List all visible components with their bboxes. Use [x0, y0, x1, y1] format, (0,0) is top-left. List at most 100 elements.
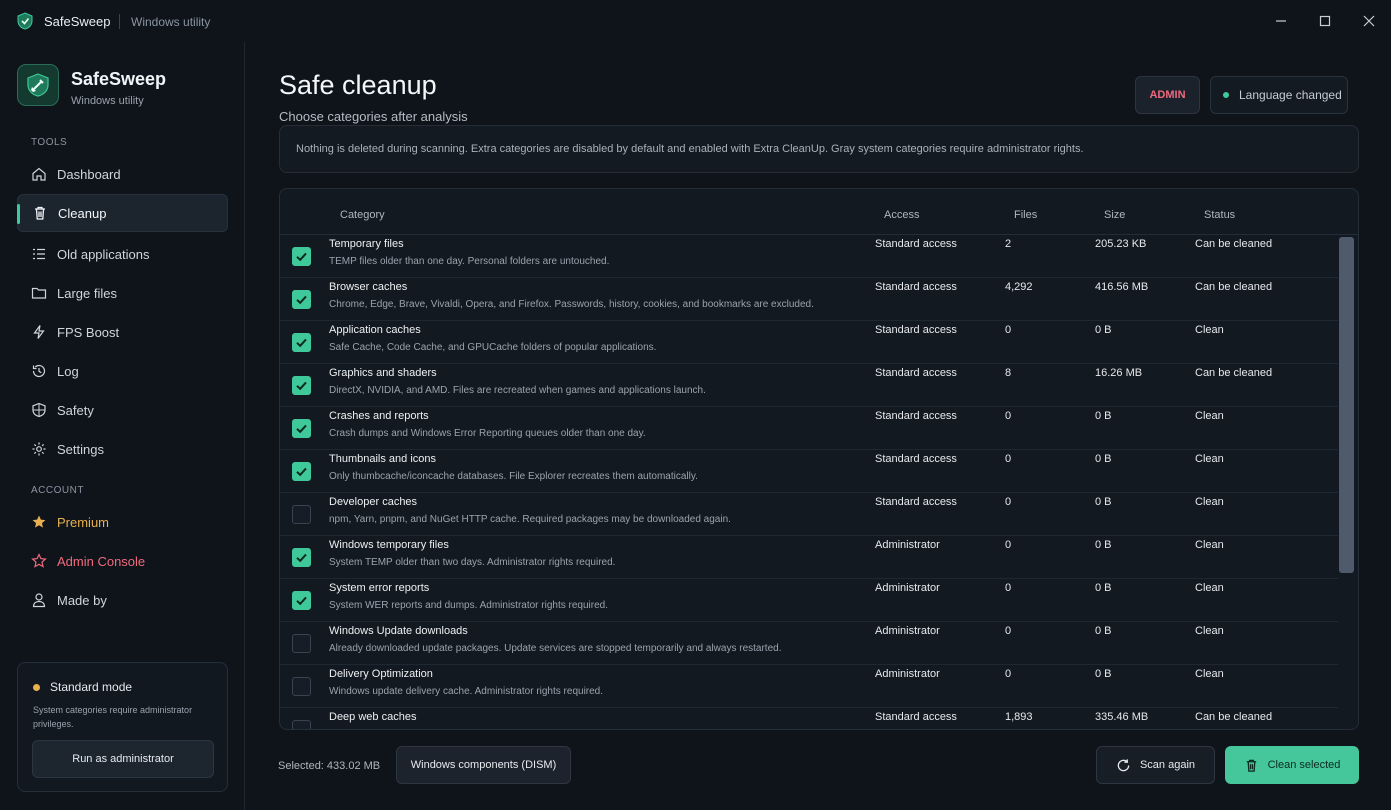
- category-description: Safe Cache, Code Cache, and GPUCache fol…: [329, 342, 657, 353]
- sidebar-item-safety[interactable]: Safety: [17, 391, 228, 429]
- status-cell: Clean: [1195, 410, 1224, 422]
- status-dot: [1223, 92, 1229, 98]
- size-cell: 205.23 KB: [1095, 238, 1147, 250]
- files-cell: 0: [1005, 453, 1012, 465]
- files-cell: 8: [1005, 367, 1012, 379]
- size-cell: 16.26 MB: [1095, 367, 1143, 379]
- access-cell: Administrator: [875, 668, 940, 680]
- category-name: Browser caches: [329, 281, 408, 293]
- table-row[interactable]: Graphics and shaders DirectX, NVIDIA, and…: [280, 364, 1338, 407]
- sidebar-item-fps-boost[interactable]: FPS Boost: [17, 313, 228, 351]
- status-cell: Clean: [1195, 496, 1224, 508]
- title-bar: SafeSweep Windows utility: [0, 0, 1391, 42]
- row-checkbox[interactable]: [292, 462, 311, 481]
- checkmark-icon: [296, 467, 307, 477]
- files-cell: 0: [1005, 582, 1012, 594]
- row-checkbox[interactable]: [292, 376, 311, 395]
- row-checkbox[interactable]: [292, 333, 311, 352]
- sidebar-item-admin-console[interactable]: Admin Console: [17, 542, 228, 580]
- status-cell: Can be cleaned: [1195, 711, 1273, 723]
- category-name: Delivery Optimization: [329, 668, 433, 680]
- table-row[interactable]: Thumbnails and icons Only thumbcache/icon…: [280, 450, 1338, 493]
- dism-button[interactable]: Windows components (DISM): [396, 746, 571, 784]
- column-header-size: Size: [1104, 209, 1126, 221]
- category-name: Temporary files: [329, 238, 404, 250]
- row-checkbox[interactable]: [292, 290, 311, 309]
- gear-icon: [32, 442, 46, 456]
- sidebar-item-log[interactable]: Log: [17, 352, 228, 390]
- sidebar-item-old-applications[interactable]: Old applications: [17, 235, 228, 273]
- sidebar-item-premium[interactable]: Premium: [17, 503, 228, 541]
- size-cell: 416.56 MB: [1095, 281, 1149, 293]
- files-cell: 4,292: [1005, 281, 1033, 293]
- status-cell: Can be cleaned: [1195, 281, 1273, 293]
- size-cell: 0 B: [1095, 324, 1112, 336]
- status-cell: Can be cleaned: [1195, 367, 1273, 379]
- status-cell: Clean: [1195, 668, 1224, 680]
- sidebar-item-label: Cleanup: [58, 205, 107, 221]
- minimize-icon: [1276, 20, 1286, 22]
- row-checkbox[interactable]: [292, 591, 311, 610]
- table-row[interactable]: System error reports System WER reports a…: [280, 579, 1338, 622]
- brand-subtitle: Windows utility: [71, 95, 144, 107]
- table-row[interactable]: Browser caches Chrome, Edge, Brave, Vival…: [280, 278, 1338, 321]
- sidebar-item-settings[interactable]: Settings: [17, 430, 228, 468]
- size-cell: 0 B: [1095, 539, 1112, 551]
- history-icon: [32, 364, 46, 378]
- minimize-button[interactable]: [1270, 10, 1292, 32]
- row-checkbox[interactable]: [292, 419, 311, 438]
- row-checkbox[interactable]: [292, 720, 311, 729]
- table-row[interactable]: Temporary files TEMP files older than one…: [280, 235, 1338, 278]
- category-description: Windows update delivery cache. Administr…: [329, 686, 604, 697]
- sidebar-item-made-by[interactable]: Made by: [17, 581, 228, 619]
- mode-status-dot: [33, 684, 40, 691]
- table-row[interactable]: Application caches Safe Cache, Code Cache…: [280, 321, 1338, 364]
- close-button[interactable]: [1358, 10, 1380, 32]
- category-name: Crashes and reports: [329, 410, 429, 422]
- access-cell: Standard access: [875, 453, 957, 465]
- table-row[interactable]: Deep web caches Standard access 1,893 335.4…: [280, 708, 1338, 729]
- list-icon: [33, 248, 45, 260]
- page-subtitle: Choose categories after analysis: [279, 109, 468, 124]
- scan-again-button[interactable]: Scan again: [1096, 746, 1215, 784]
- shield-broom-icon: [27, 73, 49, 97]
- status-pill: Language changed: [1210, 76, 1348, 114]
- maximize-icon: [1319, 15, 1331, 27]
- access-cell: Standard access: [875, 238, 957, 250]
- row-checkbox[interactable]: [292, 677, 311, 696]
- sidebar-item-dashboard[interactable]: Dashboard: [17, 155, 228, 193]
- row-checkbox[interactable]: [292, 634, 311, 653]
- admin-badge[interactable]: ADMIN: [1135, 76, 1200, 114]
- category-name: Thumbnails and icons: [329, 453, 437, 465]
- table-row[interactable]: Developer caches npm, Yarn, pnpm, and NuG…: [280, 493, 1338, 536]
- row-checkbox[interactable]: [292, 548, 311, 567]
- sidebar-item-large-files[interactable]: Large files: [17, 274, 228, 312]
- category-description: TEMP files older than one day. Personal …: [329, 256, 610, 267]
- table-row[interactable]: Delivery Optimization Windows update deli…: [280, 665, 1338, 708]
- home-icon: [32, 167, 46, 181]
- category-name: Graphics and shaders: [329, 367, 437, 379]
- access-cell: Standard access: [875, 410, 957, 422]
- files-cell: 0: [1005, 496, 1012, 508]
- sidebar-item-label: Log: [57, 363, 79, 379]
- sidebar-item-cleanup[interactable]: Cleanup: [17, 194, 228, 232]
- table-row[interactable]: Windows Update downloads Already download…: [280, 622, 1338, 665]
- column-header-category: Category: [340, 209, 385, 221]
- size-cell: 335.46 MB: [1095, 711, 1149, 723]
- row-checkbox[interactable]: [292, 505, 311, 524]
- files-cell: 0: [1005, 410, 1012, 422]
- files-cell: 2: [1005, 238, 1012, 250]
- table-row[interactable]: Windows temporary files System TEMP older…: [280, 536, 1338, 579]
- access-cell: Standard access: [875, 496, 957, 508]
- run-as-administrator-button[interactable]: Run as administrator: [32, 740, 214, 778]
- row-checkbox[interactable]: [292, 247, 311, 266]
- sidebar-item-label: Admin Console: [57, 553, 146, 569]
- clean-selected-button[interactable]: Clean selected: [1225, 746, 1359, 784]
- category-name: Windows Update downloads: [329, 625, 468, 637]
- trash-icon: [1246, 759, 1256, 772]
- maximize-button[interactable]: [1314, 10, 1336, 32]
- shield-logo-icon: [17, 12, 33, 30]
- refresh-icon: [1117, 758, 1130, 771]
- table-row[interactable]: Crashes and reports Crash dumps and Windo…: [280, 407, 1338, 450]
- scrollbar-thumb[interactable]: [1339, 237, 1354, 573]
